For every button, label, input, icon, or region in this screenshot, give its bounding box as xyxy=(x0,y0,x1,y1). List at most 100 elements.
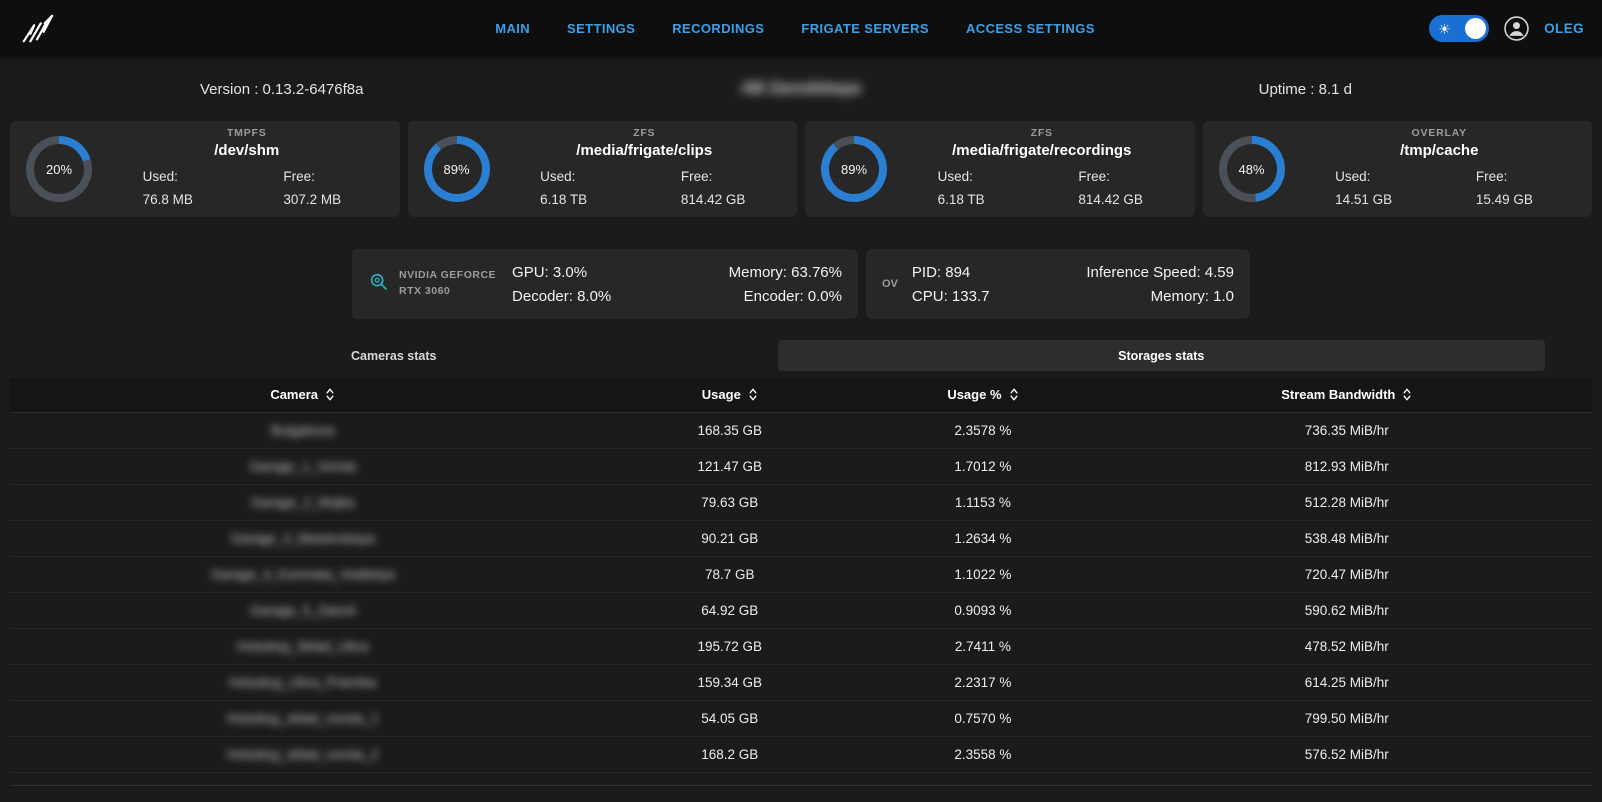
usage-cell: 54.05 GB xyxy=(595,700,864,736)
gpu-name: NVIDIA GEFORCE RTX 3060 xyxy=(399,268,496,300)
usage-cell: 195.72 GB xyxy=(595,628,864,664)
usage-percent-cell: 2.2317 % xyxy=(864,664,1101,700)
bandwidth-cell: 478.52 MiB/hr xyxy=(1102,628,1592,664)
bandwidth-cell: 576.52 MiB/hr xyxy=(1102,736,1592,772)
usage-donut-gauge: 20% xyxy=(26,136,92,202)
camera-stats-row: Holodnyj_Ulica_Priemka 159.34 GB 2.2317 … xyxy=(10,664,1592,700)
stats-tabs: Cameras stats Storages stats xyxy=(10,340,1545,371)
usage-donut-gauge: 48% xyxy=(1219,136,1285,202)
info-row: Version : 0.13.2-6476f8a AB Zavodskaya U… xyxy=(0,57,1602,121)
nav-item-recordings[interactable]: RECORDINGS xyxy=(672,21,764,36)
free-value: 814.42 GB xyxy=(1078,189,1182,211)
sort-icon[interactable] xyxy=(325,387,335,402)
storage-card-text: ZFS /media/frigate/recordings Used: 6.18… xyxy=(887,127,1183,211)
donut-center: 89% xyxy=(432,144,482,194)
detector-cpu-stat: CPU: 133.7 xyxy=(912,288,990,305)
main-nav: MAIN SETTINGS RECORDINGS FRIGATE SERVERS ACC… xyxy=(495,0,1095,57)
free-label: Free: xyxy=(283,166,387,188)
nav-item-frigate-servers[interactable]: FRIGATE SERVERS xyxy=(801,21,929,36)
camera-name: Garage_3_Masterskaya xyxy=(231,531,375,546)
table-column-header[interactable]: Usage % xyxy=(864,378,1101,412)
used-value: 76.8 MB xyxy=(143,189,247,211)
camera-name: Holodnyj_Sklad_Ulica xyxy=(237,639,368,654)
camera-stats-row: Garage_1_Vorota 121.47 GB 1.7012 % 812.9… xyxy=(10,448,1592,484)
nav-item-access-settings[interactable]: ACCESS SETTINGS xyxy=(966,21,1095,36)
username[interactable]: OLEG xyxy=(1544,21,1584,36)
tab-cameras-stats[interactable]: Cameras stats xyxy=(10,340,778,371)
donut-percent-label: 48% xyxy=(1238,162,1264,177)
free-value: 814.42 GB xyxy=(681,189,785,211)
nav-item-settings[interactable]: SETTINGS xyxy=(567,21,635,36)
camera-stats-row: Garage_5_Zaezd 64.92 GB 0.9093 % 590.62 … xyxy=(10,592,1592,628)
usage-cell: 168.2 GB xyxy=(595,736,864,772)
used-value: 6.18 TB xyxy=(540,189,644,211)
server-name: AB Zavodskaya xyxy=(741,80,860,98)
camera-name: Garage_2_Mojka xyxy=(251,495,355,510)
gpu-usage-stat: GPU: 3.0% xyxy=(512,264,611,281)
usage-donut-gauge: 89% xyxy=(821,136,887,202)
usage-cell: 79.63 GB xyxy=(595,484,864,520)
camera-name-cell: Holodnyj_sklad_vorota_1 xyxy=(10,700,595,736)
table-column-header[interactable]: Stream Bandwidth xyxy=(1102,378,1592,412)
storage-type-label: ZFS xyxy=(504,127,786,139)
storage-path: /media/frigate/clips xyxy=(504,142,786,159)
camera-name: Garage_5_Zaezd xyxy=(250,603,355,618)
donut-percent-label: 89% xyxy=(841,162,867,177)
usage-cell: 121.47 GB xyxy=(595,448,864,484)
storage-type-label: ZFS xyxy=(901,127,1183,139)
hardware-row: NVIDIA GEFORCE RTX 3060 GPU: 3.0% Decode… xyxy=(0,249,1602,319)
usage-percent-cell: 1.1153 % xyxy=(864,484,1101,520)
sort-icon[interactable] xyxy=(1402,387,1412,402)
table-header-row: Camera Usage Usage % Stream Bandwidth xyxy=(10,378,1592,412)
free-label: Free: xyxy=(681,166,785,188)
bandwidth-cell: 538.48 MiB/hr xyxy=(1102,520,1592,556)
column-label: Usage xyxy=(702,387,741,402)
user-avatar-icon[interactable] xyxy=(1503,15,1530,42)
camera-name: Bulgakova xyxy=(271,423,334,438)
used-label: Used: xyxy=(938,166,1042,188)
table-body: Bulgakova 168.35 GB 2.3578 % 736.35 MiB/… xyxy=(10,412,1592,772)
usage-donut-gauge: 89% xyxy=(424,136,490,202)
storage-card: 89% ZFS /media/frigate/recordings Used: … xyxy=(805,121,1195,217)
usage-percent-cell: 1.2634 % xyxy=(864,520,1101,556)
bandwidth-cell: 590.62 MiB/hr xyxy=(1102,592,1592,628)
storage-path: /media/frigate/recordings xyxy=(901,142,1183,159)
usage-percent-cell: 1.7012 % xyxy=(864,448,1101,484)
free-label: Free: xyxy=(1476,166,1580,188)
storage-card-text: TMPFS /dev/shm Used: 76.8 MB Free: 307.2… xyxy=(92,127,388,211)
nav-item-main[interactable]: MAIN xyxy=(495,21,530,36)
camera-name-cell: Bulgakova xyxy=(10,412,595,448)
gpu-decoder-stat: Decoder: 8.0% xyxy=(512,288,611,305)
detector-pid-stat: PID: 894 xyxy=(912,264,990,281)
storage-path: /tmp/cache xyxy=(1299,142,1581,159)
storage-card: 89% ZFS /media/frigate/clips Used: 6.18 … xyxy=(408,121,798,217)
sort-icon[interactable] xyxy=(748,387,758,402)
camera-name-cell: Garage_4_Komnata_Voditelya xyxy=(10,556,595,592)
usage-percent-cell: 2.7411 % xyxy=(864,628,1101,664)
camera-stats-row: Holodnyj_sklad_vorota_1 54.05 GB 0.7570 … xyxy=(10,700,1592,736)
storage-type-label: TMPFS xyxy=(106,127,388,139)
frigate-logo-icon[interactable] xyxy=(18,12,56,46)
free-label: Free: xyxy=(1078,166,1182,188)
toggle-knob xyxy=(1465,18,1486,39)
bandwidth-cell: 799.50 MiB/hr xyxy=(1102,700,1592,736)
usage-percent-cell: 2.3558 % xyxy=(864,736,1101,772)
usage-percent-cell: 0.7570 % xyxy=(864,700,1101,736)
detector-card: OV PID: 894 CPU: 133.7 Inference Speed: … xyxy=(866,249,1250,319)
frigate-dashboard: MAIN SETTINGS RECORDINGS FRIGATE SERVERS ACC… xyxy=(0,0,1602,786)
donut-percent-label: 20% xyxy=(46,162,72,177)
tab-storages-stats[interactable]: Storages stats xyxy=(778,340,1546,371)
bandwidth-cell: 736.35 MiB/hr xyxy=(1102,412,1592,448)
table-column-header[interactable]: Usage xyxy=(595,378,864,412)
table-column-header[interactable]: Camera xyxy=(10,378,595,412)
camera-name: Garage_4_Komnata_Voditelya xyxy=(211,567,395,582)
sort-icon[interactable] xyxy=(1009,387,1019,402)
camera-name: Garage_1_Vorota xyxy=(249,459,356,474)
column-label: Camera xyxy=(270,387,318,402)
usage-cell: 78.7 GB xyxy=(595,556,864,592)
sun-icon: ☀ xyxy=(1438,22,1451,36)
theme-toggle[interactable]: ☀ xyxy=(1429,15,1489,42)
camera-name-cell: Garage_1_Vorota xyxy=(10,448,595,484)
camera-name: Holodnyj_Ulica_Priemka xyxy=(229,675,376,690)
usage-percent-cell: 0.9093 % xyxy=(864,592,1101,628)
